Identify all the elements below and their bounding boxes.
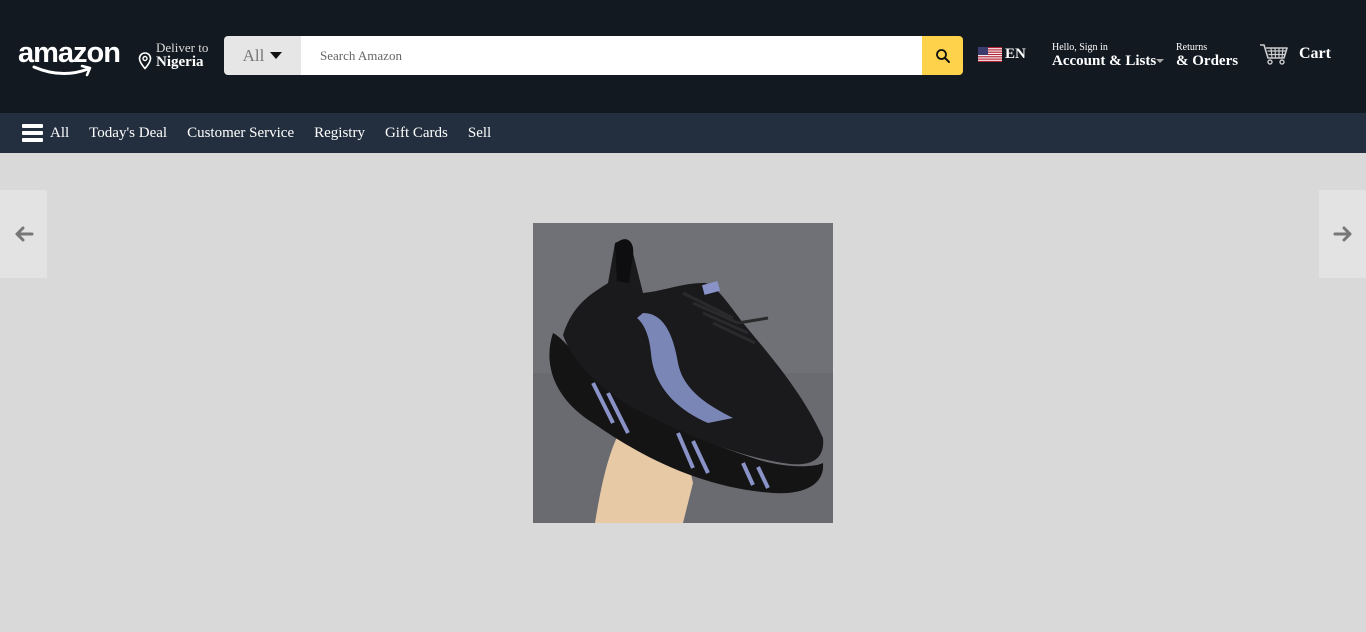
caret-down-icon — [270, 52, 283, 59]
nav-item-todays-deal[interactable]: Today's Deal — [89, 125, 167, 142]
nav-all-menu[interactable]: All — [22, 124, 69, 142]
search-bar: All — [224, 36, 963, 75]
arrow-left-icon — [15, 226, 33, 242]
nav-bar: All Today's Deal Customer Service Regist… — [0, 113, 1366, 153]
deliver-to[interactable]: Deliver to Nigeria — [138, 40, 218, 72]
amazon-logo[interactable]: amazon — [18, 36, 122, 80]
logo-smile-icon — [32, 64, 92, 77]
account-lists-label: Account & Lists — [1052, 53, 1157, 69]
nav-item-customer-service[interactable]: Customer Service — [187, 125, 294, 142]
language-selector[interactable]: EN — [978, 46, 1026, 63]
arrow-right-icon — [1333, 226, 1351, 242]
location-pin-icon — [138, 52, 152, 70]
cart-icon — [1260, 44, 1288, 65]
orders-label: & Orders — [1176, 53, 1239, 69]
sneaker-illustration — [533, 223, 833, 523]
nav-item-gift-cards[interactable]: Gift Cards — [385, 125, 448, 142]
caret-down-icon — [1156, 59, 1165, 63]
product-image[interactable] — [533, 223, 833, 523]
us-flag-icon — [978, 47, 1002, 62]
search-category-select[interactable]: All — [224, 36, 301, 75]
returns-label: Returns — [1176, 42, 1208, 53]
nav-item-registry[interactable]: Registry — [314, 125, 365, 142]
search-button[interactable] — [922, 36, 963, 75]
returns-orders[interactable]: Returns & Orders — [1176, 42, 1238, 69]
deliver-country: Nigeria — [156, 54, 204, 70]
hamburger-menu-icon — [22, 124, 43, 142]
sign-in-greeting: Hello, Sign in — [1052, 42, 1108, 53]
account-lists[interactable]: Hello, Sign in Account & Lists — [1052, 42, 1165, 69]
cart-label: Cart — [1299, 45, 1331, 62]
language-code: EN — [1005, 46, 1026, 62]
search-icon — [935, 48, 950, 63]
carousel-next-button[interactable] — [1319, 190, 1366, 278]
nav-item-sell[interactable]: Sell — [468, 125, 491, 142]
nav-all-label: All — [50, 124, 70, 141]
search-category-label: All — [242, 45, 265, 65]
search-input[interactable] — [301, 36, 922, 75]
carousel-prev-button[interactable] — [0, 190, 47, 278]
top-header: amazon Deliver to Nigeria All Search Ama… — [0, 0, 1366, 113]
cart-button[interactable]: Cart — [1259, 42, 1331, 66]
